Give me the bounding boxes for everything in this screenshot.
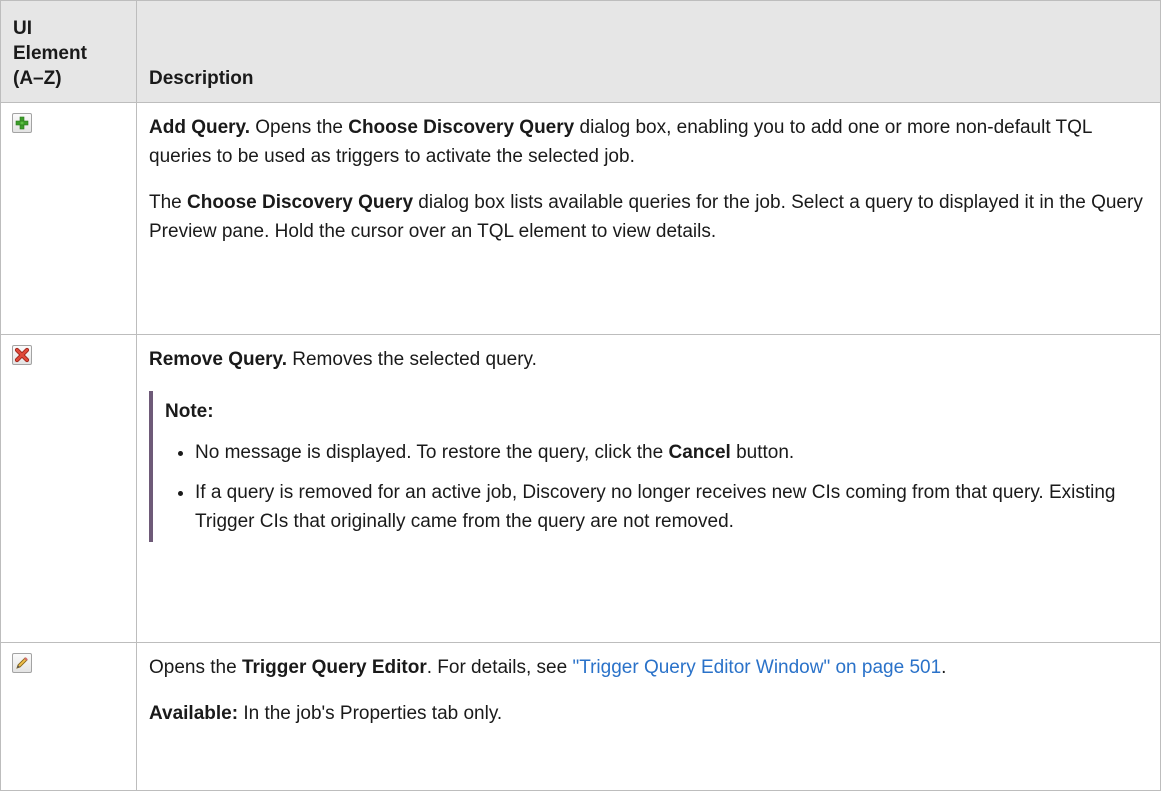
text-span: No message is displayed. To restore the … xyxy=(195,442,669,463)
list-item: No message is displayed. To restore the … xyxy=(195,438,1148,467)
edit-query-description: Opens the Trigger Query Editor. For deta… xyxy=(149,653,1148,682)
text-span: . For details, see xyxy=(426,657,573,678)
trigger-query-editor-link[interactable]: "Trigger Query Editor Window" on page 50… xyxy=(572,657,941,678)
table-row: Remove Query. Removes the selected query… xyxy=(0,334,1161,643)
description-cell: Remove Query. Removes the selected query… xyxy=(136,334,1161,643)
list-item: If a query is removed for an active job,… xyxy=(195,478,1148,536)
text-span: Opens the xyxy=(149,657,242,678)
choose-query-dialog-description: The Choose Discovery Query dialog box li… xyxy=(149,188,1148,246)
text-span: button. xyxy=(730,442,795,463)
text-span: If a query is removed for an active job,… xyxy=(195,482,1116,532)
add-query-title: Add Query. xyxy=(149,117,250,138)
choose-discovery-query-term: Choose Discovery Query xyxy=(348,117,575,138)
note-title: Note: xyxy=(165,401,214,422)
icon-cell xyxy=(0,334,137,643)
availability-note: Available: In the job's Properties tab o… xyxy=(149,699,1148,728)
header-ui-element-line2: Element xyxy=(13,43,87,64)
text-span: The xyxy=(149,192,188,213)
icon-cell xyxy=(0,102,137,335)
available-label: Available: xyxy=(149,703,239,724)
choose-discovery-query-term: Choose Discovery Query xyxy=(187,192,414,213)
ui-elements-table: UI Element (A–Z) Description Add Query. … xyxy=(0,0,1161,791)
table-header-row: UI Element (A–Z) Description xyxy=(0,0,1161,103)
table-row: Add Query. Opens the Choose Discovery Qu… xyxy=(0,102,1161,335)
remove-query-description: Remove Query. Removes the selected query… xyxy=(149,345,1148,374)
remove-query-title: Remove Query. xyxy=(149,349,287,370)
cancel-term: Cancel xyxy=(668,442,731,463)
trigger-query-editor-term: Trigger Query Editor xyxy=(241,657,427,678)
table-row: Opens the Trigger Query Editor. For deta… xyxy=(0,642,1161,791)
text-span: . xyxy=(941,657,947,678)
text-span: Opens the xyxy=(250,117,349,138)
note-box: Note: No message is displayed. To restor… xyxy=(149,391,1148,542)
header-description: Description xyxy=(136,0,1161,103)
text-span: In the job's Properties tab only. xyxy=(238,703,503,724)
edit-icon xyxy=(12,653,32,673)
add-icon xyxy=(12,113,32,133)
header-ui-element: UI Element (A–Z) xyxy=(0,0,137,103)
header-ui-element-line3: (A–Z) xyxy=(13,68,62,89)
text-span: Removes the selected query. xyxy=(286,349,537,370)
icon-cell xyxy=(0,642,137,791)
remove-icon xyxy=(12,345,32,365)
add-query-description: Add Query. Opens the Choose Discovery Qu… xyxy=(149,113,1148,171)
description-cell: Add Query. Opens the Choose Discovery Qu… xyxy=(136,102,1161,335)
header-ui-element-line1: UI xyxy=(13,18,32,39)
note-list: No message is displayed. To restore the … xyxy=(165,438,1148,536)
description-cell: Opens the Trigger Query Editor. For deta… xyxy=(136,642,1161,791)
